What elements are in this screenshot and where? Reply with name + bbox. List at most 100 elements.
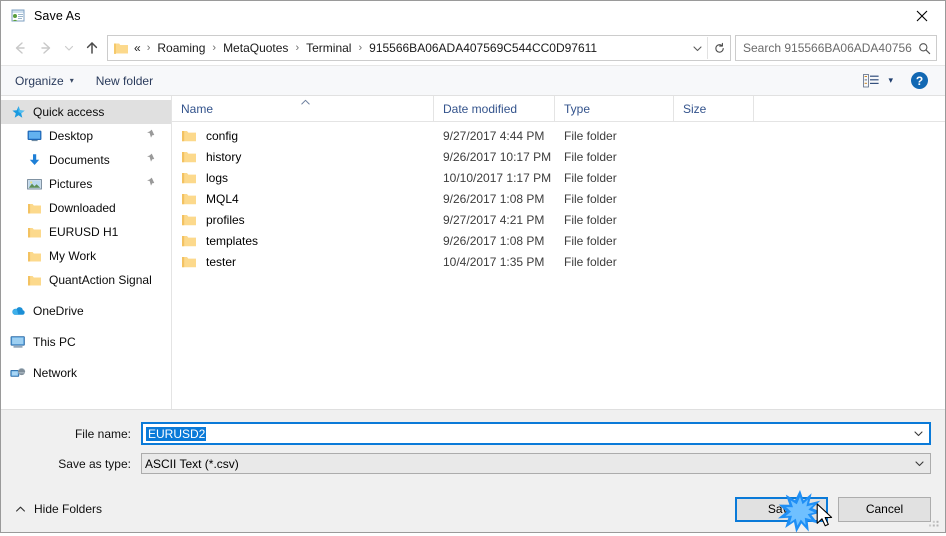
this-pc-icon [9, 334, 27, 350]
folder-icon [25, 272, 43, 288]
save-as-type-select[interactable]: ASCII Text (*.csv) [141, 453, 931, 474]
folder-icon [181, 129, 197, 143]
sidebar-item-label: EURUSD H1 [49, 225, 119, 239]
file-name-cell: MQL4 [172, 192, 434, 206]
sidebar-item-network[interactable]: Network [1, 361, 171, 385]
back-arrow-icon[interactable] [7, 35, 33, 61]
table-row[interactable]: MQL4 9/26/2017 1:08 PM File folder [172, 188, 945, 209]
column-header-name[interactable]: Name [172, 96, 434, 121]
toolbar: Organize ▾ New folder ▾ ? [1, 65, 945, 96]
file-name-chevron-down-icon[interactable] [907, 428, 929, 439]
sidebar-item-label: This PC [33, 335, 76, 349]
up-arrow-icon[interactable] [79, 35, 105, 61]
view-options-button[interactable]: ▾ [863, 73, 893, 88]
file-date-cell: 9/26/2017 10:17 PM [443, 149, 552, 164]
folder-icon [181, 192, 197, 206]
folder-icon [181, 150, 197, 164]
search-icon [912, 37, 936, 59]
file-name-cell: history [172, 150, 434, 164]
file-type-cell: File folder [564, 149, 617, 164]
breadcrumb-separator: › [295, 42, 300, 54]
breadcrumb-item-metaquotes[interactable]: MetaQuotes [222, 41, 289, 55]
breadcrumb-item-roaming[interactable]: Roaming [156, 41, 206, 55]
table-row[interactable]: tester 10/4/2017 1:35 PM File folder [172, 251, 945, 272]
file-name-label: templates [206, 233, 259, 248]
address-bar[interactable]: « › Roaming › MetaQuotes › Terminal › 91… [107, 35, 731, 61]
sidebar-item-downloaded[interactable]: Downloaded [1, 196, 171, 220]
resize-grip-icon[interactable] [928, 516, 941, 529]
save-as-type-row: Save as type: ASCII Text (*.csv) [15, 453, 931, 474]
help-icon[interactable]: ? [911, 72, 928, 89]
pin-icon[interactable] [146, 129, 157, 143]
file-type-cell: File folder [564, 233, 617, 248]
breadcrumb-item-terminal-id[interactable]: 915566BA06ADA407569C544CC0D97611 [368, 41, 598, 55]
recent-locations-chevron-down-icon[interactable] [59, 35, 79, 61]
address-chevron-down-icon[interactable] [687, 37, 707, 59]
file-list-rows: config 9/27/2017 4:44 PM File folder his… [172, 122, 945, 409]
file-name-label: MQL4 [206, 191, 239, 206]
folder-icon [25, 200, 43, 216]
save-as-type-chevron-down-icon[interactable] [908, 458, 930, 469]
sidebar-item-eurusd-h1[interactable]: EURUSD H1 [1, 220, 171, 244]
sidebar-item-label: My Work [49, 249, 97, 263]
file-list-header: Name Date modified Type Size [172, 96, 945, 122]
table-row[interactable]: logs 10/10/2017 1:17 PM File folder [172, 167, 945, 188]
sidebar-item-quantaction-signal[interactable]: QuantAction Signal [1, 268, 171, 292]
hide-folders-button[interactable]: Hide Folders [15, 502, 102, 516]
save-as-type-value: ASCII Text (*.csv) [145, 456, 239, 471]
table-row[interactable]: config 9/27/2017 4:44 PM File folder [172, 125, 945, 146]
cancel-button-label: Cancel [865, 502, 904, 516]
breadcrumb-item-terminal[interactable]: Terminal [305, 41, 352, 55]
pin-icon[interactable] [146, 177, 157, 191]
chevron-down-icon: ▾ [69, 75, 74, 85]
sidebar-item-label: QuantAction Signal [49, 273, 152, 287]
close-icon[interactable] [899, 1, 945, 30]
pin-icon[interactable] [146, 153, 157, 167]
table-row[interactable]: profiles 9/27/2017 4:21 PM File folder [172, 209, 945, 230]
file-name-input[interactable]: EURUSD2 [141, 422, 931, 445]
sidebar-item-label: Quick access [33, 105, 105, 119]
sidebar-item-onedrive[interactable]: OneDrive [1, 299, 171, 323]
sidebar-item-pictures[interactable]: Pictures [1, 172, 171, 196]
new-folder-button[interactable]: New folder [96, 74, 153, 88]
dialog-body: Quick access Desktop Documents Pictures … [1, 96, 945, 409]
save-form: File name: EURUSD2 Save as type: ASCII T… [1, 409, 945, 486]
sidebar-item-desktop[interactable]: Desktop [1, 124, 171, 148]
sidebar-item-label: Network [33, 366, 78, 380]
sidebar-item-documents[interactable]: Documents [1, 148, 171, 172]
file-date-cell: 9/26/2017 1:08 PM [443, 191, 545, 206]
save-button[interactable]: Save [735, 496, 828, 522]
file-type-cell: File folder [564, 212, 617, 227]
breadcrumb-lead[interactable]: « [134, 41, 143, 55]
sidebar-item-quick-access[interactable]: Quick access [1, 100, 171, 124]
network-icon [9, 365, 27, 381]
cancel-button[interactable]: Cancel [838, 496, 931, 522]
chevron-up-icon [15, 505, 26, 513]
list-view-icon [863, 73, 880, 87]
file-name-cell: tester [172, 255, 434, 269]
sidebar-item-label: Pictures [49, 177, 93, 191]
folder-icon [181, 255, 197, 269]
column-header-label: Type [564, 101, 591, 116]
file-type-cell: File folder [564, 254, 617, 269]
folder-icon [181, 213, 197, 227]
column-header-date-modified[interactable]: Date modified [434, 96, 555, 121]
column-header-size[interactable]: Size [674, 96, 754, 121]
star-icon [9, 104, 27, 120]
column-header-type[interactable]: Type [555, 96, 674, 121]
sidebar-item-this-pc[interactable]: This PC [1, 330, 171, 354]
file-name-label: config [206, 128, 239, 143]
file-date-cell: 9/26/2017 1:08 PM [443, 233, 545, 248]
search-input[interactable]: Search 915566BA06ADA40756... [736, 41, 912, 55]
file-type-cell: File folder [564, 191, 617, 206]
forward-arrow-icon[interactable] [33, 35, 59, 61]
organize-button[interactable]: Organize ▾ [15, 74, 74, 88]
refresh-icon[interactable] [707, 37, 730, 59]
search-box[interactable]: Search 915566BA06ADA40756... [735, 35, 937, 61]
table-row[interactable]: history 9/26/2017 10:17 PM File folder [172, 146, 945, 167]
onedrive-icon [9, 303, 27, 319]
table-row[interactable]: templates 9/26/2017 1:08 PM File folder [172, 230, 945, 251]
sidebar-item-label: Downloaded [49, 201, 116, 215]
sidebar-item-my-work[interactable]: My Work [1, 244, 171, 268]
